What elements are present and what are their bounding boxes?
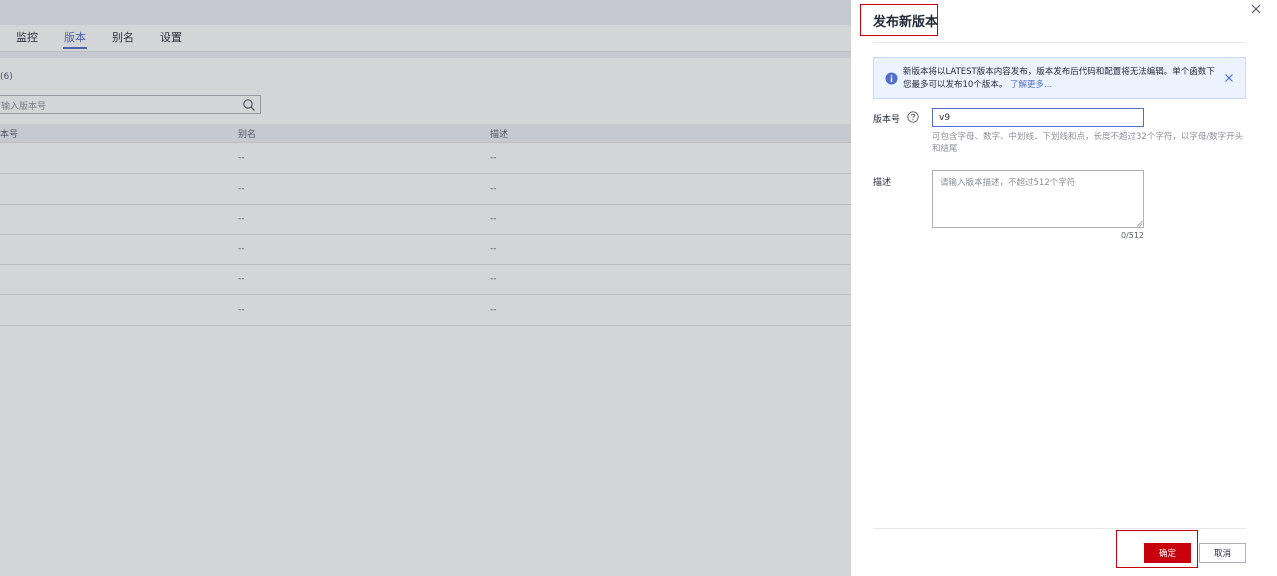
info-notice: 新版本将以LATEST版本内容发布，版本发布后代码和配置将无法编辑。单个函数下您…	[873, 57, 1246, 99]
help-circle-icon[interactable]	[907, 111, 919, 123]
resize-grip-icon[interactable]	[1136, 220, 1143, 227]
description-label: 描述	[873, 178, 892, 188]
info-icon	[885, 72, 898, 85]
version-input[interactable]	[932, 108, 1144, 127]
cancel-button[interactable]: 取消	[1199, 543, 1246, 563]
title-divider	[873, 42, 1246, 43]
version-label: 版本号	[873, 115, 901, 125]
notice-text: 新版本将以LATEST版本内容发布，版本发布后代码和配置将无法编辑。单个函数下您…	[903, 66, 1215, 92]
close-icon[interactable]	[1250, 3, 1262, 15]
version-hint: 可包含字母、数字、中划线、下划线和点，长度不超过32个字符，以字母/数字开头和结…	[932, 132, 1244, 154]
description-textarea[interactable]	[932, 170, 1144, 228]
modal-overlay[interactable]	[0, 0, 851, 576]
description-char-counter: 0/512	[1120, 231, 1144, 240]
learn-more-link[interactable]: 了解更多...	[1010, 80, 1052, 90]
confirm-button[interactable]: 确定	[1144, 543, 1191, 563]
footer-divider	[873, 528, 1246, 529]
notice-close-icon[interactable]	[1224, 73, 1234, 83]
drawer-title: 发布新版本	[873, 15, 939, 30]
notice-message: 新版本将以LATEST版本内容发布，版本发布后代码和配置将无法编辑。单个函数下您…	[903, 67, 1215, 90]
publish-version-drawer: 发布新版本 新版本将以LATEST版本内容发布，版本发布后代码和配置将无法编辑。…	[851, 0, 1277, 576]
